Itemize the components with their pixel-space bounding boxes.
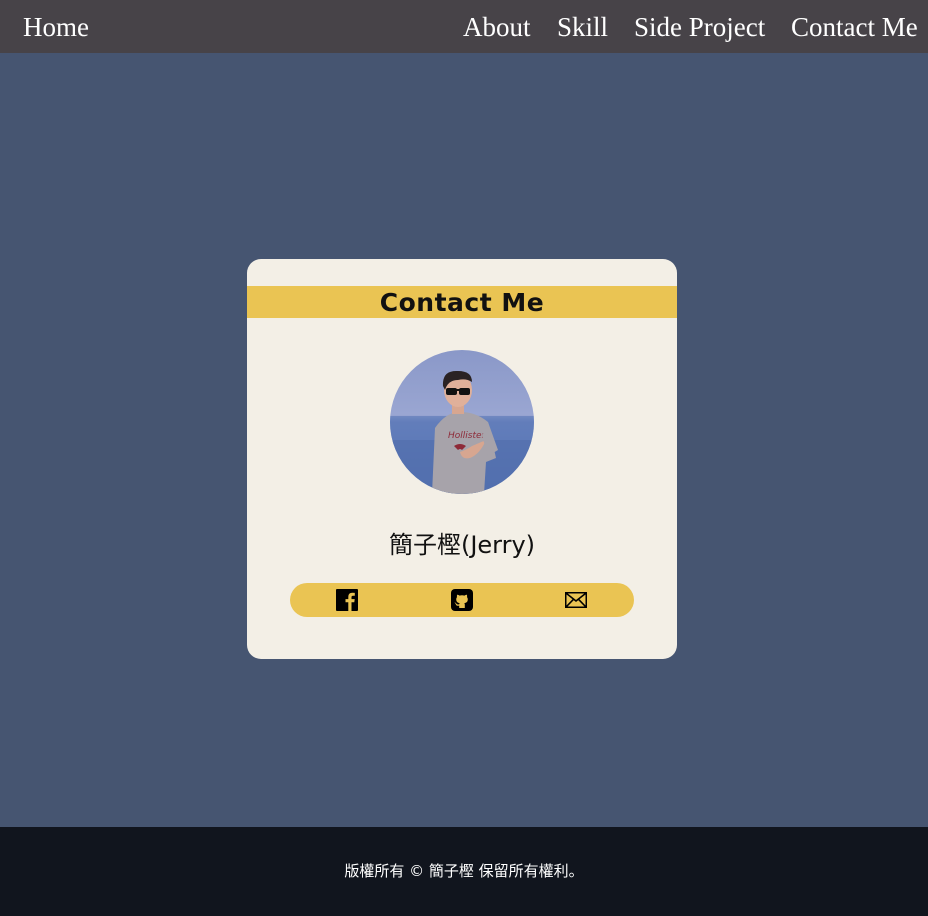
nav-side-project-link[interactable]: Side Project	[634, 10, 765, 44]
card-title: Contact Me	[379, 288, 545, 317]
avatar: Hollister	[390, 350, 534, 494]
svg-text:Hollister: Hollister	[448, 431, 487, 441]
footer-copyright: 版權所有 © 簡子樫 保留所有權利。	[344, 862, 584, 880]
nav-contact-link[interactable]: Contact Me	[791, 10, 918, 44]
social-bar	[290, 583, 634, 617]
nav-skill-link[interactable]: Skill	[557, 10, 608, 44]
top-nav: Home About Skill Side Project Contact Me	[0, 0, 928, 53]
contact-card: Contact Me Hollister 簡子樫(Jerry)	[247, 259, 677, 659]
facebook-icon[interactable]	[335, 588, 359, 612]
card-header: Contact Me	[247, 286, 677, 318]
nav-about-link[interactable]: About	[463, 10, 531, 44]
github-icon[interactable]	[450, 588, 474, 612]
footer: 版權所有 © 簡子樫 保留所有權利。	[0, 827, 928, 916]
contact-name: 簡子樫(Jerry)	[388, 531, 536, 559]
nav-home-link[interactable]: Home	[23, 10, 89, 44]
mail-icon[interactable]	[564, 588, 588, 612]
